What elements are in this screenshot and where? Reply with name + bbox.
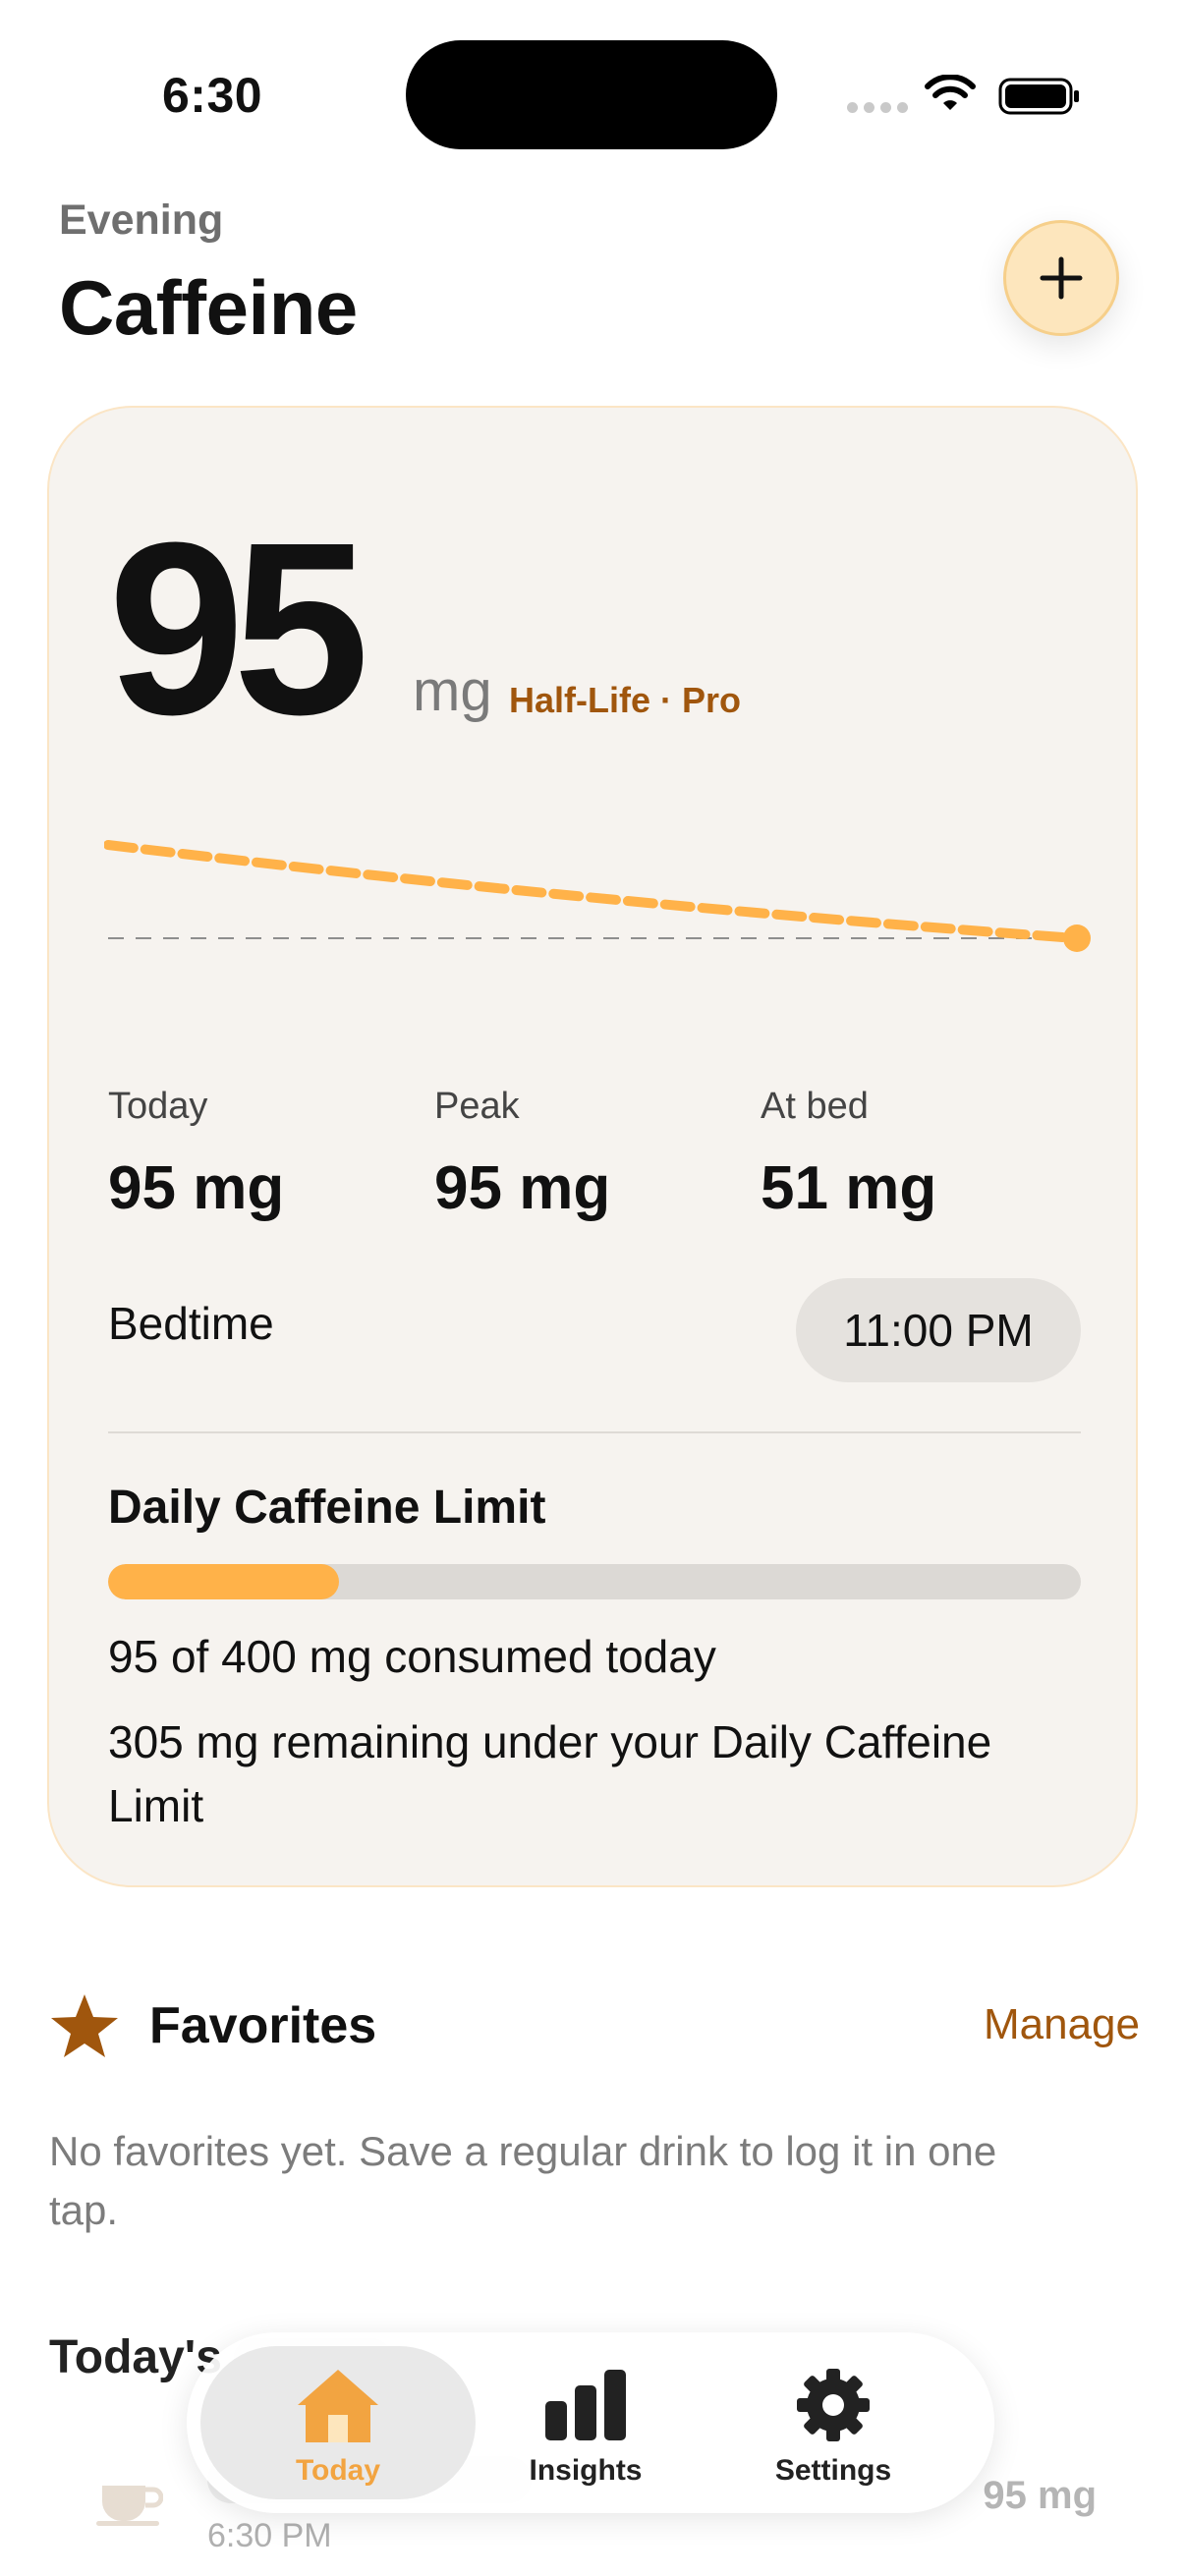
tab-today[interactable]: Today — [200, 2346, 476, 2499]
stat-peak: Peak 95 mg — [434, 1086, 610, 1223]
decay-curve — [104, 840, 1082, 943]
stat-label: Today — [108, 1086, 208, 1127]
daily-limit-title: Daily Caffeine Limit — [108, 1482, 546, 1534]
stat-value: 95 mg — [434, 1154, 611, 1222]
daily-limit-progress-fill — [108, 1564, 340, 1599]
plus-icon — [1040, 256, 1083, 300]
log-entry-time: 6:30 PM — [207, 2517, 332, 2554]
bedtime-label: Bedtime — [108, 1298, 274, 1349]
current-caffeine-value: 95 — [108, 491, 369, 765]
remaining-text: 305 mg remaining under your Daily Caffei… — [108, 1716, 992, 1831]
time-of-day-label: Evening — [59, 196, 224, 244]
coffee-cup-icon — [96, 2486, 163, 2526]
log-entry-amount: 95 mg — [983, 2474, 1097, 2517]
stat-value: 95 mg — [108, 1154, 285, 1222]
stat-at-bed: At bed 51 mg — [761, 1086, 936, 1223]
gear-icon — [797, 2369, 870, 2441]
stat-label: At bed — [761, 1086, 869, 1127]
caffeine-summary-card: 95 mg Half-Life · Pro Today 95 mg Peak 9… — [47, 406, 1138, 1887]
stat-value: 51 mg — [761, 1154, 937, 1222]
cellular-signal-icon — [847, 102, 908, 113]
bedtime-marker — [1063, 924, 1091, 952]
manage-favorites-link[interactable]: Manage — [984, 2000, 1140, 2049]
page-title: Caffeine — [59, 264, 358, 351]
caffeine-decay-chart — [104, 840, 1091, 952]
tab-label: Insights — [529, 2454, 643, 2487]
tab-bar: Today Insights Settings — [187, 2332, 994, 2513]
divider — [108, 1431, 1081, 1433]
tab-label: Settings — [774, 2454, 892, 2487]
bedtime-picker[interactable]: 11:00 PM — [796, 1278, 1081, 1382]
bar-chart-icon — [545, 2370, 626, 2440]
current-caffeine-unit: mg — [413, 659, 492, 723]
todays-log-title: Today's — [49, 2331, 222, 2383]
half-life-pro-tag[interactable]: Half-Life · Pro — [509, 680, 741, 721]
tab-label: Today — [295, 2454, 381, 2487]
stat-today: Today 95 mg — [108, 1086, 284, 1223]
favorites-title: Favorites — [149, 1997, 377, 2054]
stat-label: Peak — [434, 1086, 520, 1127]
house-icon — [298, 2370, 378, 2442]
add-drink-button[interactable] — [1003, 220, 1119, 336]
consumed-text: 95 of 400 mg consumed today — [108, 1631, 716, 1682]
star-icon — [51, 1994, 118, 2057]
wifi-icon — [925, 75, 976, 110]
favorites-empty-text: No favorites yet. Save a regular drink t… — [49, 2128, 997, 2233]
dynamic-island — [406, 40, 777, 149]
daily-limit-progress-bar — [108, 1564, 1081, 1599]
battery-icon — [998, 78, 1079, 115]
status-bar: 6:30 — [0, 0, 1185, 187]
favorites-header: Favorites Manage — [49, 1988, 1140, 2063]
status-time: 6:30 — [162, 68, 263, 123]
tab-settings[interactable]: Settings — [696, 2346, 971, 2499]
tab-insights[interactable]: Insights — [448, 2346, 723, 2499]
